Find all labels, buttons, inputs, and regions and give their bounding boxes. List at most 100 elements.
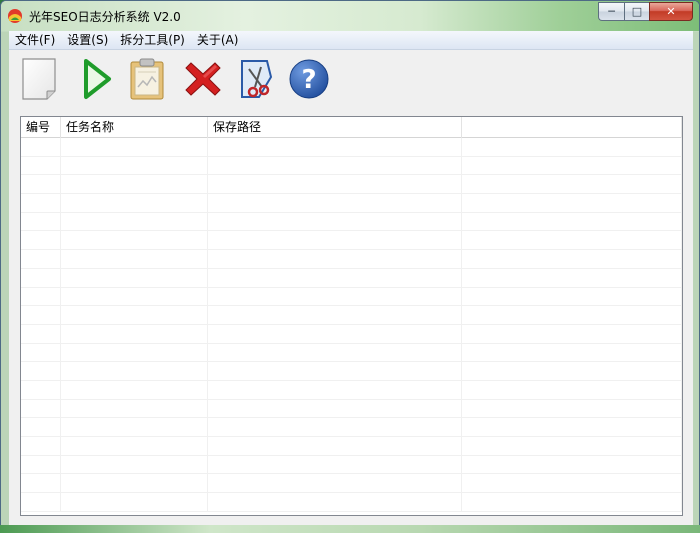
empty-cell: [208, 212, 462, 231]
empty-cell: [61, 437, 208, 455]
question-icon: ?: [289, 59, 329, 99]
empty-list-row: [21, 455, 682, 475]
empty-cell: [462, 194, 682, 212]
empty-cell: [208, 194, 462, 212]
task-list[interactable]: 编号 任务名称 保存路径: [20, 116, 683, 516]
app-window: 光年SEO日志分析系统 V2.0 ─ □ ✕ 文件(F) 设置(S) 拆分工具(…: [0, 0, 700, 533]
empty-cell: [21, 212, 61, 231]
empty-cell: [208, 343, 462, 362]
empty-cell: [462, 380, 682, 399]
empty-cell: [61, 287, 208, 306]
empty-cell: [21, 474, 61, 493]
empty-cell: [61, 175, 208, 194]
empty-list-row: [21, 175, 682, 195]
empty-list-row: [21, 474, 682, 494]
window-controls: ─ □ ✕: [598, 2, 693, 21]
empty-list-row: [21, 418, 682, 437]
scissors-icon: [241, 60, 273, 98]
empty-cell: [61, 231, 208, 250]
list-body: [21, 138, 682, 515]
menu-about[interactable]: 关于(A): [191, 31, 245, 50]
empty-cell: [462, 306, 682, 324]
empty-cell: [462, 493, 682, 511]
menu-split-tools[interactable]: 拆分工具(P): [114, 31, 191, 50]
empty-cell: [462, 455, 682, 474]
app-logo-icon: [8, 9, 22, 23]
empty-cell: [61, 268, 208, 287]
empty-cell: [462, 418, 682, 436]
list-header: 编号 任务名称 保存路径: [21, 117, 682, 138]
empty-list-row: [21, 268, 682, 288]
empty-list-row: [21, 399, 682, 419]
empty-cell: [21, 418, 61, 436]
minimize-icon: ─: [608, 5, 615, 18]
empty-list-row: [21, 362, 682, 381]
title-bar[interactable]: 光年SEO日志分析系统 V2.0 ─ □ ✕: [1, 1, 699, 31]
delete-button[interactable]: [181, 56, 225, 102]
split-tool-button[interactable]: [235, 56, 279, 102]
empty-cell: [61, 380, 208, 399]
empty-cell: [208, 474, 462, 493]
empty-cell: [61, 343, 208, 362]
empty-cell: [21, 175, 61, 194]
empty-cell: [61, 138, 208, 156]
close-icon: ✕: [666, 5, 676, 18]
client-area: ? 编号 任务名称 保存路径: [9, 50, 693, 526]
empty-cell: [462, 212, 682, 231]
empty-cell: [21, 362, 61, 380]
column-header-save-path[interactable]: 保存路径: [208, 117, 462, 138]
empty-list-row: [21, 138, 682, 157]
empty-list-row: [21, 194, 682, 213]
column-header-empty[interactable]: [462, 117, 682, 138]
empty-cell: [462, 324, 682, 343]
column-header-task-name[interactable]: 任务名称: [61, 117, 208, 138]
empty-cell: [61, 418, 208, 436]
column-header-id[interactable]: 编号: [21, 117, 61, 138]
empty-list-row: [21, 437, 682, 456]
empty-cell: [21, 306, 61, 324]
empty-cell: [61, 324, 208, 343]
empty-cell: [462, 175, 682, 194]
empty-cell: [208, 380, 462, 399]
empty-cell: [21, 250, 61, 268]
empty-list-row: [21, 287, 682, 307]
empty-cell: [208, 231, 462, 250]
clipboard-icon: [130, 58, 164, 100]
empty-list-row: [21, 156, 682, 176]
empty-cell: [21, 380, 61, 399]
empty-cell: [61, 212, 208, 231]
empty-cell: [208, 437, 462, 455]
new-task-button[interactable]: [17, 56, 61, 102]
start-button[interactable]: [75, 56, 119, 102]
empty-cell: [462, 287, 682, 306]
red-x-icon: [185, 62, 221, 96]
empty-cell: [208, 362, 462, 380]
report-button[interactable]: [125, 56, 169, 102]
empty-cell: [208, 156, 462, 175]
empty-cell: [208, 455, 462, 474]
maximize-button[interactable]: □: [624, 2, 649, 21]
empty-list-row: [21, 343, 682, 363]
empty-cell: [21, 437, 61, 455]
close-button[interactable]: ✕: [649, 2, 693, 21]
empty-cell: [61, 399, 208, 418]
empty-cell: [208, 399, 462, 418]
empty-list-row: [21, 212, 682, 232]
empty-cell: [208, 287, 462, 306]
empty-cell: [21, 324, 61, 343]
window-title: 光年SEO日志分析系统 V2.0: [29, 10, 181, 24]
empty-cell: [21, 138, 61, 156]
empty-cell: [21, 399, 61, 418]
empty-cell: [462, 138, 682, 156]
empty-cell: [61, 362, 208, 380]
empty-cell: [208, 175, 462, 194]
help-button[interactable]: ?: [287, 56, 331, 102]
minimize-button[interactable]: ─: [598, 2, 624, 21]
empty-cell: [21, 493, 61, 511]
menu-settings[interactable]: 设置(S): [61, 31, 114, 50]
empty-list-row: [21, 306, 682, 325]
menu-file[interactable]: 文件(F): [9, 31, 61, 50]
empty-cell: [462, 362, 682, 380]
empty-cell: [208, 324, 462, 343]
empty-cell: [21, 343, 61, 362]
